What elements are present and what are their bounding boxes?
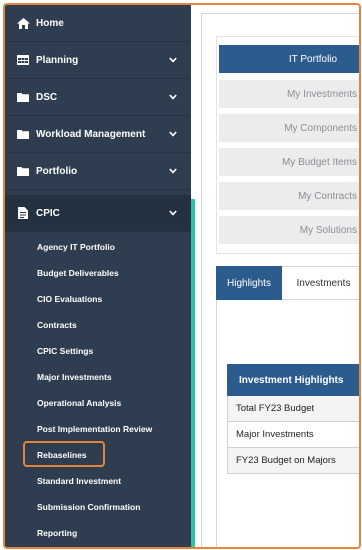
sidebar-item-label: Planning xyxy=(36,54,79,66)
sidebar: Home Planning DSC Workload Management Po… xyxy=(5,5,191,547)
my-investments-button[interactable]: My Investments xyxy=(219,80,359,108)
document-icon xyxy=(16,207,30,219)
my-solutions-button[interactable]: My Solutions xyxy=(219,216,359,244)
it-portfolio-button[interactable]: IT Portfolio xyxy=(219,45,359,73)
submenu-item-cpic-settings[interactable]: CPIC Settings xyxy=(5,339,191,363)
table-row: FY23 Budget on Majors xyxy=(227,448,359,474)
content-tabs: Highlights Investments xyxy=(216,266,359,300)
my-contracts-button[interactable]: My Contracts xyxy=(219,182,359,210)
submenu-item-post-implementation-review[interactable]: Post Implementation Review xyxy=(5,417,191,441)
submenu-item-operational-analysis[interactable]: Operational Analysis xyxy=(5,391,191,415)
table-icon xyxy=(16,54,30,66)
table-header: Investment Highlights xyxy=(227,364,359,396)
chevron-down-icon xyxy=(169,56,177,64)
my-budget-items-button[interactable]: My Budget Items xyxy=(219,148,359,176)
folder-icon xyxy=(16,165,30,177)
table-row: Total FY23 Budget xyxy=(227,396,359,422)
sidebar-item-planning[interactable]: Planning xyxy=(5,42,191,79)
folder-icon xyxy=(16,91,30,103)
sidebar-item-portfolio[interactable]: Portfolio xyxy=(5,153,191,190)
folder-icon xyxy=(16,128,30,140)
rebaselines-highlight-box xyxy=(23,441,105,467)
portfolio-button-panel: IT Portfolio My Investments My Component… xyxy=(216,36,359,254)
sidebar-item-cpic[interactable]: CPIC xyxy=(5,195,191,232)
submenu-item-budget-deliverables[interactable]: Budget Deliverables xyxy=(5,261,191,285)
submenu-item-agency-it-portfolio[interactable]: Agency IT Portfolio xyxy=(5,235,191,259)
submenu-item-cio-evaluations[interactable]: CIO Evaluations xyxy=(5,287,191,311)
submenu-item-standard-investment[interactable]: Standard Investment xyxy=(5,469,191,493)
submenu-item-contracts[interactable]: Contracts xyxy=(5,313,191,337)
chevron-down-icon xyxy=(169,130,177,138)
home-icon xyxy=(16,17,30,29)
sidebar-item-label: DSC xyxy=(36,91,58,103)
sidebar-item-label: CPIC xyxy=(36,207,60,219)
highlights-tab-panel: Investment Highlights Total FY23 Budget … xyxy=(216,300,359,547)
active-section-accent-bar xyxy=(191,199,195,547)
investment-highlights-table: Investment Highlights Total FY23 Budget … xyxy=(227,364,359,474)
chevron-down-icon xyxy=(169,209,177,217)
submenu-item-major-investments[interactable]: Major Investments xyxy=(5,365,191,389)
main-panel: IT Portfolio My Investments My Component… xyxy=(201,13,359,547)
sidebar-item-home[interactable]: Home xyxy=(5,5,191,42)
submenu-item-reporting[interactable]: Reporting xyxy=(5,521,191,545)
sidebar-item-label: Home xyxy=(36,17,64,29)
sidebar-item-workload-management[interactable]: Workload Management xyxy=(5,116,191,153)
tab-highlights[interactable]: Highlights xyxy=(216,266,282,300)
table-row: Major Investments xyxy=(227,422,359,448)
chevron-down-icon xyxy=(169,93,177,101)
submenu-item-submission-confirmation[interactable]: Submission Confirmation xyxy=(5,495,191,519)
sidebar-item-label: Workload Management xyxy=(36,128,146,140)
tab-investments[interactable]: Investments xyxy=(282,266,359,300)
app-frame: Home Planning DSC Workload Management Po… xyxy=(3,3,361,549)
sidebar-item-label: Portfolio xyxy=(36,165,78,177)
my-components-button[interactable]: My Components xyxy=(219,114,359,142)
sidebar-item-dsc[interactable]: DSC xyxy=(5,79,191,116)
chevron-down-icon xyxy=(169,167,177,175)
